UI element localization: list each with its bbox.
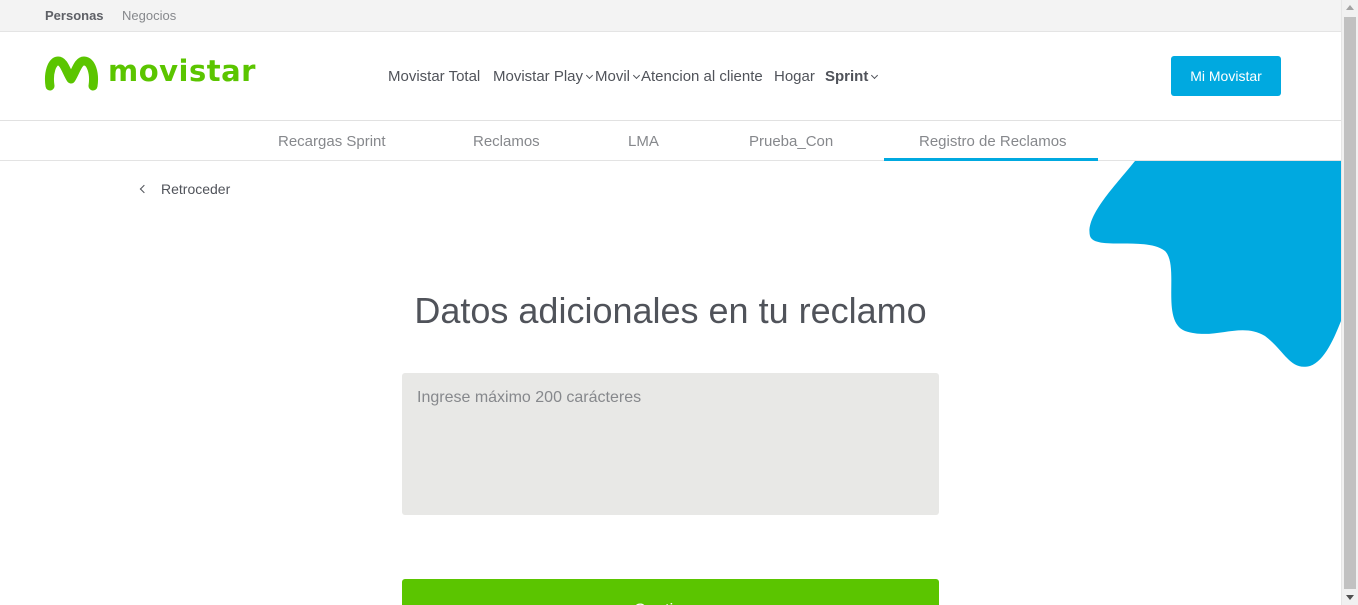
main-nav: Movistar Total Movistar Play Movil Atenc… — [0, 68, 1341, 88]
scroll-up-icon[interactable] — [1346, 5, 1354, 10]
back-label: Retroceder — [161, 181, 231, 197]
page-title: Datos adicionales en tu reclamo — [414, 290, 927, 331]
chevron-down-icon — [632, 71, 641, 80]
additional-details-textarea[interactable] — [402, 373, 939, 515]
back-link[interactable]: Retroceder — [138, 181, 230, 197]
tab-lma[interactable]: LMA — [628, 133, 659, 150]
tab-reclamos[interactable]: Reclamos — [473, 133, 540, 150]
scrollbar-thumb[interactable] — [1344, 17, 1356, 589]
nav-atencion-al-cliente[interactable]: Atencion al cliente — [641, 68, 763, 85]
tab-prueba-con[interactable]: Prueba_Con — [749, 133, 833, 150]
sub-nav: Recargas Sprint Reclamos LMA Prueba_Con … — [0, 121, 1341, 161]
continue-button[interactable]: Continuar — [402, 579, 939, 605]
tab-registro-de-reclamos[interactable]: Registro de Reclamos — [919, 133, 1067, 150]
decorative-blob — [1089, 161, 1341, 367]
nav-hogar[interactable]: Hogar — [774, 68, 815, 85]
tab-recargas-sprint[interactable]: Recargas Sprint — [278, 133, 386, 150]
segment-negocios-link[interactable]: Negocios — [122, 8, 176, 23]
nav-movil[interactable]: Movil — [595, 68, 641, 85]
segment-personas-link[interactable]: Personas — [45, 8, 104, 23]
nav-movistar-total[interactable]: Movistar Total — [388, 68, 480, 85]
active-tab-indicator — [884, 158, 1098, 161]
nav-movistar-play[interactable]: Movistar Play — [493, 68, 594, 85]
segment-bar: Personas Negocios — [0, 0, 1341, 32]
scroll-down-icon[interactable] — [1346, 595, 1354, 600]
chevron-left-icon — [139, 184, 149, 194]
main-header: movistar Movistar Total Movistar Play Mo… — [0, 32, 1341, 121]
nav-sprint[interactable]: Sprint — [825, 68, 879, 85]
chevron-down-icon — [871, 71, 879, 80]
page-scrollbar[interactable] — [1341, 0, 1358, 605]
mi-movistar-button[interactable]: Mi Movistar — [1171, 56, 1281, 96]
chevron-down-icon — [585, 71, 594, 80]
